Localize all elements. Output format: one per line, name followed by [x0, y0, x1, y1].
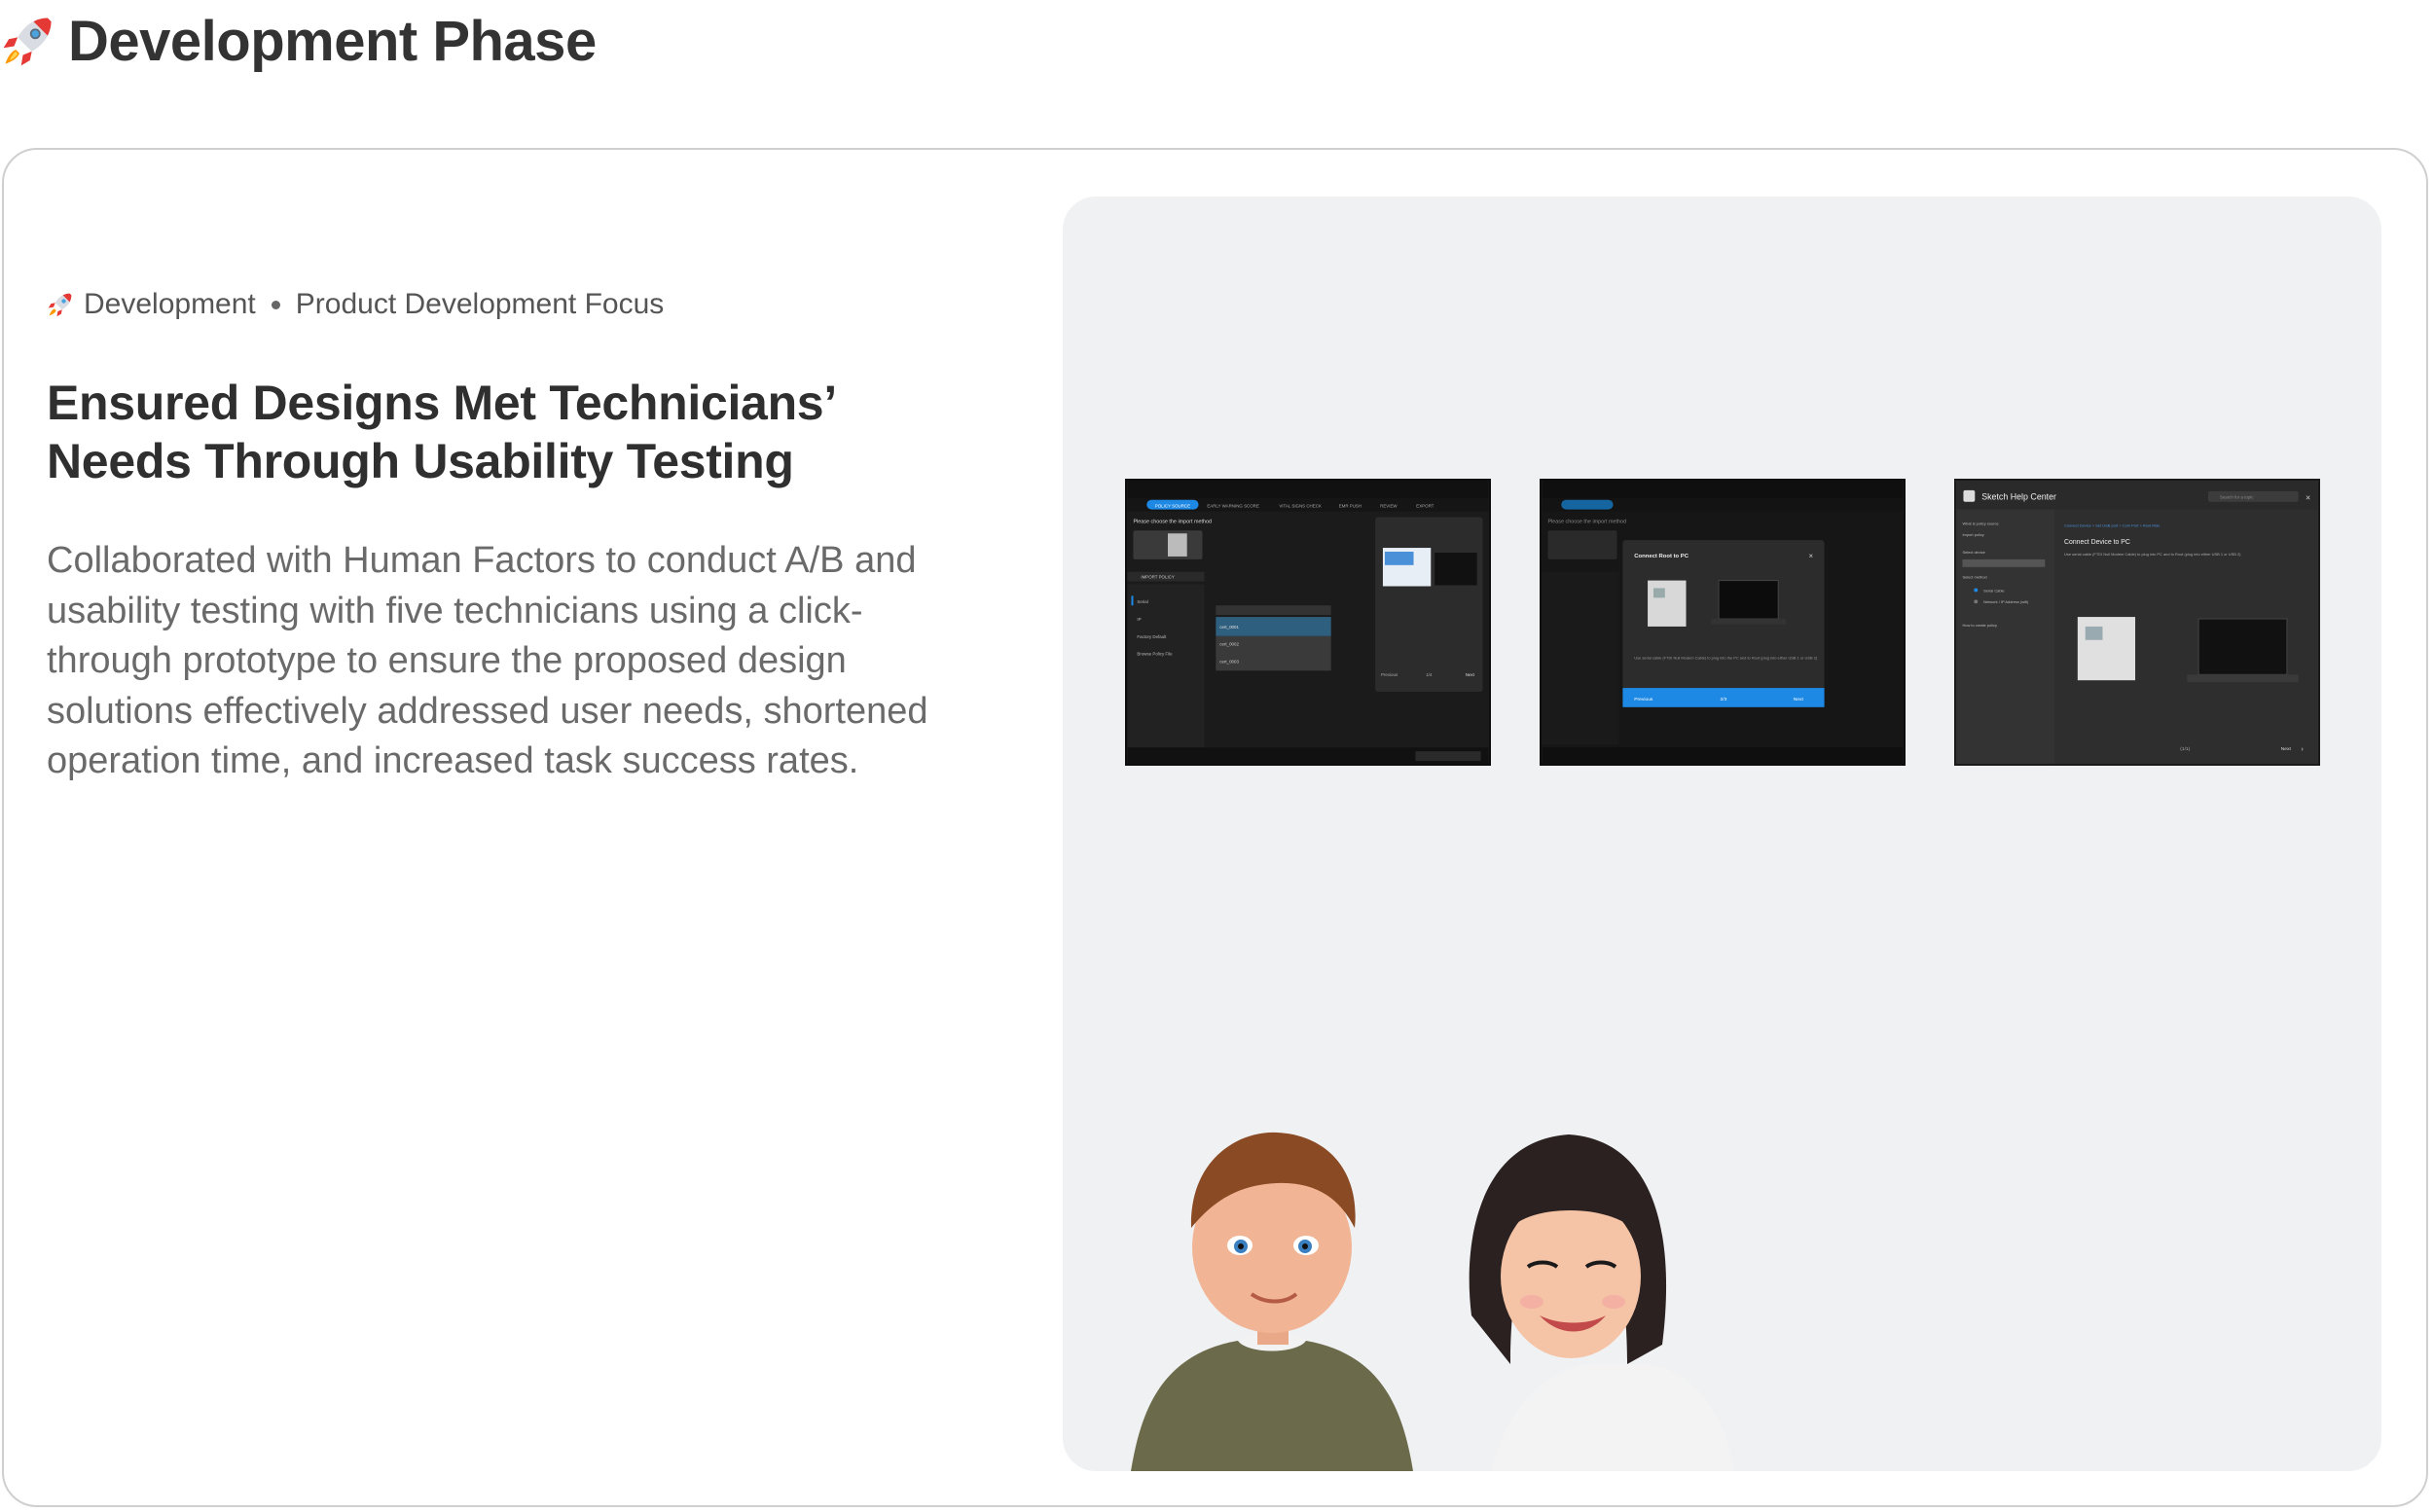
- shot1-prompt: Please choose the import method: [1133, 519, 1212, 524]
- close-icon: ×: [2306, 493, 2310, 503]
- shot1-previous: Previous: [1381, 672, 1398, 677]
- shot1-option-1: cert_0001: [1219, 625, 1239, 630]
- chevron-right-icon: ›: [2302, 746, 2304, 753]
- section-headline: Ensured Designs Met Technicians’ Needs T…: [47, 374, 923, 490]
- female-avatar: [1469, 1134, 1734, 1471]
- shot1-section: IMPORT POLICY: [1141, 575, 1175, 580]
- prototype-screenshot-import-policy: POLICY SOURCE EARLY WARNING SCORE VITAL …: [1125, 479, 1491, 766]
- shot2-previous: Previous: [1634, 697, 1653, 702]
- eyebrow: Development Product Development Focus: [47, 288, 664, 321]
- shot3-nav-2: Import policy: [1962, 532, 1983, 537]
- shot1-tab-3: VITAL SIGNS CHECK: [1279, 504, 1322, 509]
- eyebrow-focus-label: Product Development Focus: [295, 288, 665, 320]
- rocket-icon: [48, 293, 72, 317]
- prototype-screenshot-help-center: Sketch Help Center Search for a topic × …: [1954, 479, 2320, 766]
- shot3-nav-7: How to create policy: [1962, 623, 1996, 628]
- team-avatars-illustration: [1121, 1121, 1802, 1471]
- separator-dot: [271, 300, 280, 309]
- shot3-count: (1/1): [2180, 746, 2190, 752]
- shot2-prompt: Please choose the import method: [1547, 519, 1626, 524]
- shot3-nav-4: Select method: [1962, 575, 1986, 580]
- shot1-next: Next: [1466, 672, 1475, 677]
- close-icon: ×: [1808, 552, 1813, 560]
- shot3-search-placeholder: Search for a topic: [2220, 495, 2254, 500]
- shot1-count: 1/4: [1426, 672, 1433, 677]
- shot3-next: Next: [2281, 746, 2292, 752]
- shot1-option-2: cert_0002: [1219, 642, 1239, 647]
- eyebrow-phase-label: Development: [84, 288, 256, 320]
- headline-line-2: Needs Through Usability Testing: [47, 434, 794, 488]
- rocket-icon: [3, 18, 52, 66]
- page-title: Development Phase: [0, 0, 597, 82]
- shot3-nav-5: Serial Cable: [1983, 588, 2005, 593]
- shot3-heading: Connect Device to PC: [2064, 539, 2130, 546]
- shot1-option-3: cert_0003: [1219, 659, 1239, 664]
- shot2-dialog-body: Use serial cable (FTDI Null Modem Cable)…: [1634, 655, 1818, 660]
- shot1-tab-2: EARLY WARNING SCORE: [1207, 504, 1259, 509]
- shot1-list-3: Factory Default: [1137, 634, 1167, 639]
- shot1-tab-5: REVIEW: [1380, 504, 1398, 509]
- headline-line-1: Ensured Designs Met Technicians’: [47, 376, 837, 430]
- page-heading: Development Phase: [68, 9, 597, 73]
- visual-panel: POLICY SOURCE EARLY WARNING SCORE VITAL …: [1063, 197, 2381, 1471]
- shot3-nav-6: Network / IP Address (wifi): [1983, 599, 2029, 604]
- shot1-tab-4: EMR PUSH: [1339, 504, 1362, 509]
- shot3-nav-3: Select device: [1962, 550, 1985, 555]
- shot1-tab-6: EXPORT: [1416, 504, 1434, 509]
- shot1-list-4: Browse Policy File: [1137, 652, 1173, 657]
- shot3-nav-1: What is policy source: [1962, 521, 1999, 525]
- shot3-title: Sketch Help Center: [1981, 492, 2056, 502]
- shot3-breadcrumb: Connect Device > Set USB port > Com Port…: [2064, 522, 2161, 527]
- shot2-count: 2/3: [1721, 697, 1727, 702]
- shot2-dialog-title: Connect Root to PC: [1634, 554, 1689, 559]
- prototype-screenshot-connect-root: Please choose the import method Connect …: [1540, 479, 1906, 766]
- shot2-next: Next: [1794, 697, 1804, 702]
- section-body: Collaborated with Human Factors to condu…: [47, 540, 928, 781]
- shot1-tab-1: POLICY SOURCE: [1155, 504, 1190, 509]
- shot1-list-2: IP: [1137, 617, 1141, 622]
- shot3-text: Use serial cable (FTDI Null Modem Cable)…: [2064, 552, 2241, 557]
- shot1-list-1: Serial: [1137, 599, 1147, 604]
- male-avatar: [1131, 1132, 1413, 1471]
